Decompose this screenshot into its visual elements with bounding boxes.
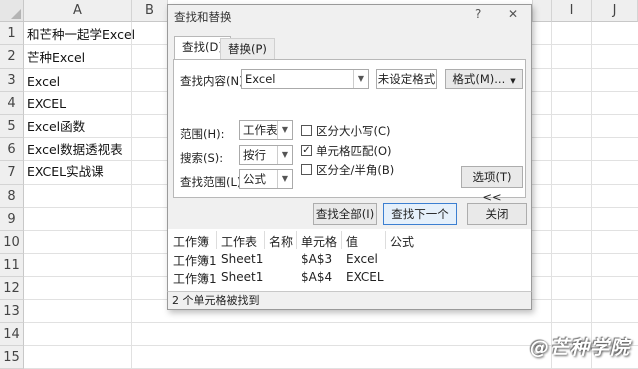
scope-label: 范围(H): [180,127,225,141]
select-all-corner[interactable] [0,0,24,22]
cell-a6[interactable]: Excel数据透视表 [27,138,123,161]
row-header-12[interactable]: 12 [0,277,24,300]
match-case-label: 区分大小写(C) [316,124,391,138]
row-header-4[interactable]: 4 [0,92,24,115]
column-header-h[interactable] [532,0,552,22]
find-next-button[interactable]: 查找下一个(F) [383,203,457,241]
match-width-checkbox[interactable] [301,164,312,175]
cell-a5[interactable]: Excel函数 [27,115,85,138]
dialog-title: 查找和替换 [174,10,232,24]
results-header-cell[interactable]: 单元格 [301,233,337,250]
match-case-checkbox[interactable] [301,125,312,136]
close-button[interactable]: 关闭 [467,203,527,225]
cell-a2[interactable]: 芒种Excel [27,46,85,69]
match-entire-cell-checkbox[interactable]: ✓ [301,145,312,156]
scope-select[interactable]: 工作表 ▼ [239,120,293,140]
row-header-10[interactable]: 10 [0,231,24,254]
status-bar: 2 个单元格被找到 [167,291,532,310]
tab-replace[interactable]: 替换(P) [220,38,275,59]
find-what-input[interactable]: Excel ▼ [241,69,369,89]
cell-a4[interactable]: EXCEL [27,92,66,115]
format-button[interactable]: 格式(M)... ▼ [445,69,523,89]
find-options-panel: 查找内容(N): Excel ▼ 未设定格式 格式(M)... ▼ 范围(H): … [173,59,526,204]
row-header-3[interactable]: 3 [0,69,24,92]
row-header-15[interactable]: 15 [0,346,24,369]
chevron-down-icon[interactable]: ▼ [277,170,292,188]
match-width-label: 区分全/半角(B) [316,163,395,177]
search-order-label: 搜索(S): [180,151,224,165]
chevron-down-icon[interactable]: ▼ [353,70,368,88]
options-button[interactable]: 选项(T) << [461,166,523,204]
cell-a3[interactable]: Excel [27,70,60,93]
look-in-label: 查找范围(L): [180,175,246,189]
help-icon[interactable]: ? [475,7,481,21]
column-header-a[interactable]: A [24,0,132,22]
row-header-11[interactable]: 11 [0,254,24,277]
results-header-workbook[interactable]: 工作簿 [173,233,209,250]
results-header-value[interactable]: 值 [346,233,358,250]
find-what-label: 查找内容(N): [180,74,248,88]
row-header-13[interactable]: 13 [0,300,24,323]
chevron-down-icon[interactable]: ▼ [277,146,292,164]
cell-a7[interactable]: EXCEL实战课 [27,160,104,183]
results-header-formula[interactable]: 公式 [390,233,414,250]
column-header-i[interactable]: I [552,0,592,22]
look-in-select[interactable]: 公式 ▼ [239,169,293,189]
column-header-j[interactable]: J [592,0,638,22]
results-header-name[interactable]: 名称 [269,233,293,250]
close-icon[interactable]: ✕ [508,7,518,21]
find-all-button[interactable]: 查找全部(I) [313,203,377,225]
row-header-6[interactable]: 6 [0,138,24,161]
column-header-b[interactable]: B [132,0,168,22]
cell-a1[interactable]: 和芒种一起学Excel [27,23,135,46]
row-header-9[interactable]: 9 [0,208,24,231]
row-header-7[interactable]: 7 [0,161,24,185]
row-header-8[interactable]: 8 [0,185,24,208]
match-entire-cell-label: 单元格匹配(O) [316,144,392,158]
watermark-logo: @芒种学院 [529,337,630,359]
row-header-14[interactable]: 14 [0,323,24,346]
row-header-1[interactable]: 1 [0,22,24,45]
row-header-5[interactable]: 5 [0,115,24,138]
format-preview: 未设定格式 [376,69,437,89]
row-header-2[interactable]: 2 [0,45,24,69]
search-order-select[interactable]: 按行 ▼ [239,145,293,165]
results-header-sheet[interactable]: 工作表 [221,233,257,250]
chevron-down-icon[interactable]: ▼ [277,121,292,139]
